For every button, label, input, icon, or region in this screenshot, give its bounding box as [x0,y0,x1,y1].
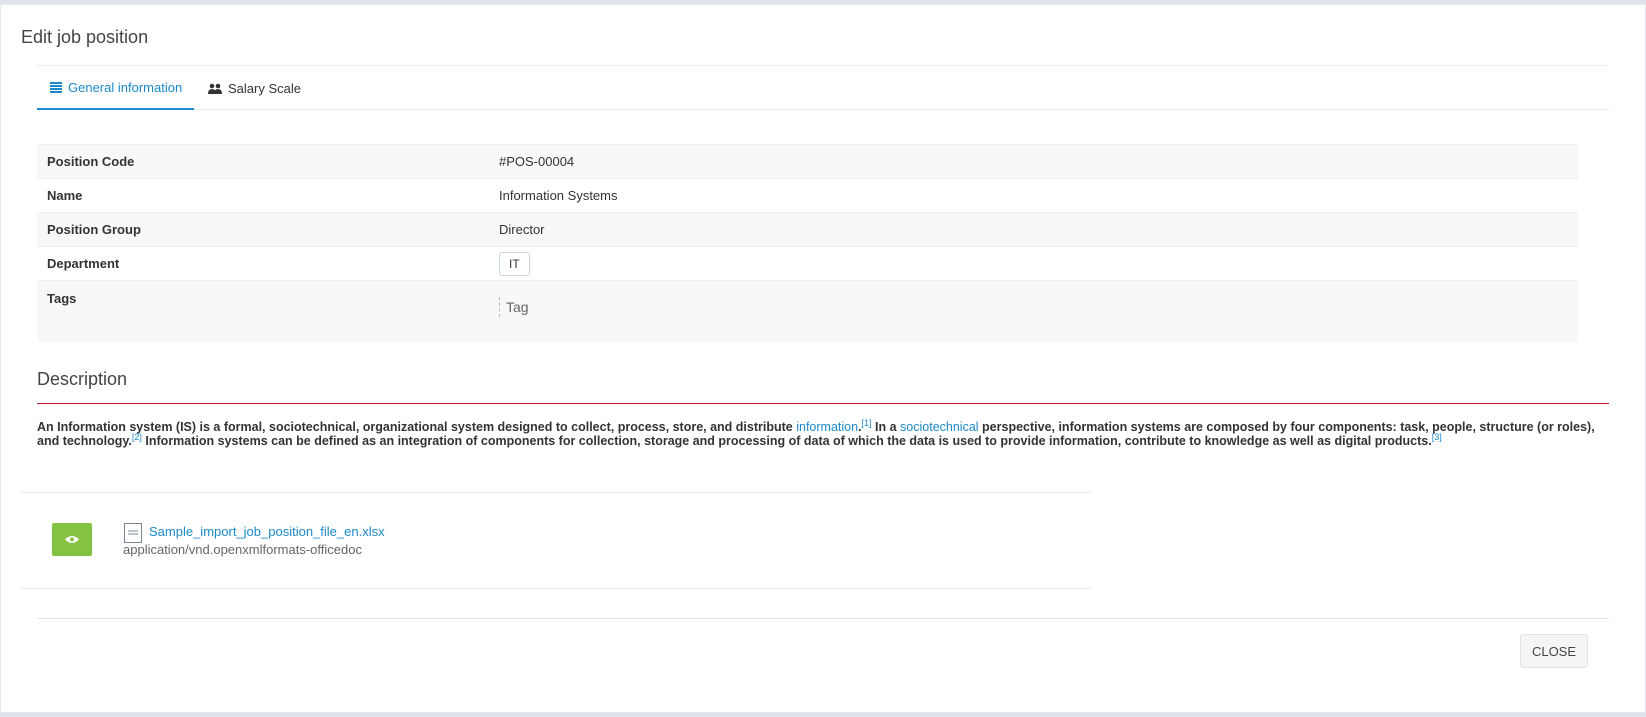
position-code-value: #POS-00004 [499,154,575,169]
tab-general-information[interactable]: General information [37,66,194,110]
tab-label: Salary Scale [228,80,301,96]
description-divider [37,403,1609,404]
footer-divider [37,618,1609,619]
view-attachment-button[interactable] [52,523,92,556]
reference-link-2[interactable]: [2] [132,432,142,442]
description-title: Description [37,369,128,389]
information-link[interactable]: information [796,420,858,434]
tags-input[interactable]: Tag [499,297,529,317]
name-value: Information Systems [499,188,618,203]
sociotechnical-link[interactable]: sociotechnical [900,420,979,434]
eye-icon [65,531,79,549]
reference-link-3[interactable]: [3] [1432,432,1442,442]
users-icon [208,83,222,94]
table-row: Position Code #POS-00004 [37,144,1578,178]
position-code-label: Position Code [47,154,135,169]
close-button[interactable]: CLOSE [1520,634,1588,668]
modal-title: Edit job position [21,27,149,47]
table-row: Position Group Director [37,212,1578,246]
tab-label: General information [68,79,183,95]
position-group-value: Director [499,222,545,237]
department-label: Department [47,256,120,271]
tab-salary-scale[interactable]: Salary Scale [208,66,301,110]
position-info-table: Position Code #POS-00004 Name Informatio… [37,144,1578,342]
reference-link-1[interactable]: [1] [862,418,872,428]
table-row: Tags Tag [37,280,1578,342]
department-badge: IT [499,251,530,276]
document-icon [124,523,142,543]
attachment-divider [21,492,1091,493]
attachment-mime-type: application/vnd.openxmlformats-officedoc [123,542,362,557]
position-group-label: Position Group [47,222,141,237]
table-row: Department IT [37,246,1578,280]
tags-label: Tags [47,290,77,306]
tab-bar: General information Salary Scale [37,65,1609,110]
edit-job-position-modal: Edit job position General information Sa… [0,4,1646,713]
name-label: Name [47,188,83,203]
description-text: An Information system (IS) is a formal, … [37,417,1595,448]
attachment-divider [21,588,1091,589]
table-row: Name Information Systems [37,178,1578,212]
list-icon [50,81,62,93]
attachment-filename-link[interactable]: Sample_import_job_position_file_en.xlsx [149,524,385,539]
